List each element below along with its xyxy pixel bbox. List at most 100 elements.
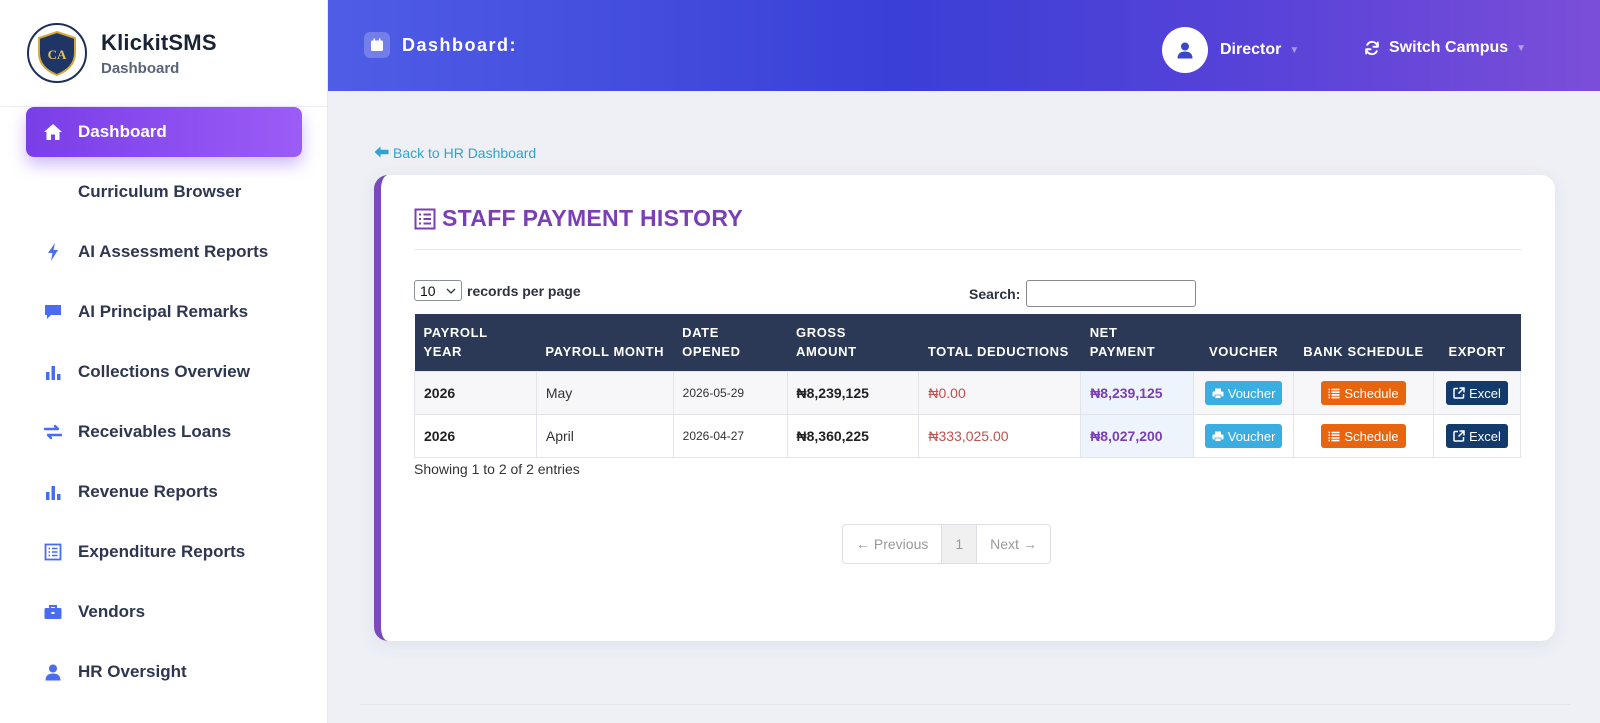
- column-header[interactable]: PAYROLL MONTH: [536, 314, 674, 372]
- header-title-text: Dashboard:: [402, 34, 518, 55]
- date-opened-cell: 2026-04-27: [672, 414, 788, 458]
- schedule-button[interactable]: Schedule: [1321, 424, 1406, 448]
- user-icon: [1177, 42, 1193, 59]
- sidebar-item-ai-assessment-reports[interactable]: AI Assessment Reports: [26, 227, 302, 277]
- payroll-month-cell: April: [535, 414, 674, 458]
- bank-schedule-cell: Schedule: [1293, 414, 1434, 458]
- sidebar-item-label: AI Assessment Reports: [78, 242, 269, 261]
- next-page-button[interactable]: Next →: [977, 525, 1050, 563]
- column-header[interactable]: DATE OPENED: [673, 314, 788, 372]
- payment-history-card: STAFF PAYMENT HISTORY 10 records per pag…: [374, 175, 1555, 641]
- switch-campus-label: Switch Campus: [1389, 39, 1509, 56]
- divider: [414, 249, 1522, 250]
- date-opened-cell: 2026-05-29: [672, 371, 788, 415]
- sidebar-item-label: Curriculum Browser: [78, 182, 242, 201]
- voucher-cell: Voucher: [1193, 371, 1295, 415]
- refresh-icon: [1365, 40, 1379, 56]
- search-input[interactable]: [1026, 280, 1197, 307]
- excel-button-label: Excel: [1469, 428, 1501, 444]
- sidebar-item-expenditure-reports[interactable]: Expenditure Reports: [26, 527, 302, 577]
- home-icon: [42, 121, 64, 143]
- sidebar-item-label: AI Principal Remarks: [78, 302, 249, 321]
- back-link-label: Back to HR Dashboard: [393, 145, 537, 161]
- footer-divider: [360, 704, 1570, 705]
- calendar-icon: [364, 32, 390, 58]
- print-icon: [1212, 431, 1224, 442]
- bar-chart-icon: [42, 361, 64, 383]
- school-logo[interactable]: CA: [27, 23, 87, 83]
- sidebar-item-ai-principal-remarks[interactable]: AI Principal Remarks: [26, 287, 302, 337]
- shield-logo-icon: CA: [38, 30, 76, 77]
- gross-amount-cell: ₦8,360,225: [786, 414, 920, 458]
- column-header[interactable]: NET PAYMENT: [1080, 314, 1194, 372]
- sidebar-item-collections-overview[interactable]: Collections Overview: [26, 347, 302, 397]
- records-per-page-select[interactable]: 10: [414, 280, 462, 301]
- records-per-page-value: 10: [420, 282, 436, 299]
- sidebar-nav: Dashboard Curriculum Browser AI Assessme…: [0, 107, 328, 707]
- user-menu[interactable]: Director ▼: [1162, 27, 1299, 73]
- previous-page-button[interactable]: ← Previous: [843, 525, 943, 563]
- list-alt-icon: [414, 208, 436, 229]
- column-header[interactable]: GROSS AMOUNT: [787, 314, 919, 372]
- schedule-button[interactable]: Schedule: [1321, 381, 1406, 405]
- sidebar-item-vendors[interactable]: Vendors: [26, 587, 302, 637]
- brand-subtitle: Dashboard: [101, 59, 180, 77]
- sidebar-item-label: Vendors: [78, 602, 146, 621]
- header-title: Dashboard:: [364, 32, 517, 58]
- list-icon: [1328, 388, 1340, 399]
- list-icon: [1328, 431, 1340, 442]
- voucher-button[interactable]: Voucher: [1204, 424, 1283, 448]
- sidebar-item-receivables-loans[interactable]: Receivables Loans: [26, 407, 302, 457]
- logo-text: CA: [48, 47, 67, 62]
- voucher-button[interactable]: Voucher: [1204, 381, 1283, 405]
- sidebar-item-label: Receivables Loans: [78, 422, 232, 441]
- user-icon: [42, 661, 64, 683]
- payment-history-table: PAYROLL YEAR PAYROLL MONTH DATE OPENED G…: [414, 314, 1522, 458]
- column-header[interactable]: TOTAL DEDUCTIONS: [918, 314, 1081, 372]
- voucher-button-label: Voucher: [1227, 385, 1276, 401]
- excel-export-button[interactable]: Excel: [1446, 424, 1508, 448]
- chevron-down-icon: [446, 288, 456, 294]
- excel-export-button[interactable]: Excel: [1446, 381, 1508, 405]
- back-to-hr-dashboard-link[interactable]: Back to HR Dashboard: [374, 145, 536, 161]
- print-icon: [1212, 388, 1224, 399]
- switch-campus-button[interactable]: Switch Campus ▼: [1364, 39, 1526, 57]
- schedule-button-label: Schedule: [1344, 428, 1399, 444]
- table-row: 2026 May 2026-05-29 ₦8,239,125 ₦0.00 ₦8,…: [414, 371, 1522, 415]
- sidebar-item-revenue-reports[interactable]: Revenue Reports: [26, 467, 302, 517]
- exchange-icon: [42, 421, 64, 443]
- external-link-icon: [1453, 430, 1465, 442]
- table-header-row: PAYROLL YEAR PAYROLL MONTH DATE OPENED G…: [414, 314, 1521, 372]
- table-info: Showing 1 to 2 of 2 entries: [414, 461, 580, 477]
- bolt-icon: [42, 241, 64, 263]
- brand: CA KlickitSMS Dashboard: [0, 0, 327, 107]
- total-deductions-cell: ₦333,025.00: [918, 414, 1082, 458]
- column-header[interactable]: BANK SCHEDULE: [1293, 314, 1434, 372]
- records-per-page-label: records per page: [467, 282, 581, 299]
- net-payment-cell: ₦8,027,200: [1080, 414, 1195, 458]
- payroll-month-cell: May: [535, 371, 674, 415]
- page-number-button[interactable]: 1: [942, 525, 978, 563]
- pagination: ← Previous 1 Next →: [842, 524, 1051, 564]
- schedule-button-label: Schedule: [1344, 385, 1399, 401]
- total-deductions-cell: ₦0.00: [918, 371, 1082, 415]
- bar-chart-icon: [42, 481, 64, 503]
- payroll-year-cell: 2026: [414, 414, 537, 458]
- top-header: Dashboard: Director ▼ Switch Campus ▼: [328, 0, 1600, 91]
- column-header[interactable]: VOUCHER: [1193, 314, 1294, 372]
- sidebar-item-dashboard[interactable]: Dashboard: [26, 107, 302, 157]
- gross-amount-cell: ₦8,239,125: [786, 371, 920, 415]
- excel-button-label: Excel: [1469, 385, 1501, 401]
- search-label: Search:: [969, 285, 1021, 302]
- sidebar-item-label: HR Oversight: [78, 662, 187, 681]
- sidebar-item-label: Dashboard: [78, 122, 167, 141]
- user-name: Director: [1220, 41, 1282, 58]
- sidebar-item-hr-oversight[interactable]: HR Oversight: [26, 647, 302, 697]
- column-header[interactable]: PAYROLL YEAR: [414, 314, 537, 372]
- column-header[interactable]: EXPORT: [1433, 314, 1521, 372]
- sidebar-item-curriculum-browser[interactable]: Curriculum Browser: [26, 167, 302, 217]
- payroll-year-cell: 2026: [414, 371, 537, 415]
- net-payment-cell: ₦8,239,125: [1080, 371, 1195, 415]
- export-cell: Excel: [1432, 414, 1522, 458]
- list-icon: [42, 541, 64, 563]
